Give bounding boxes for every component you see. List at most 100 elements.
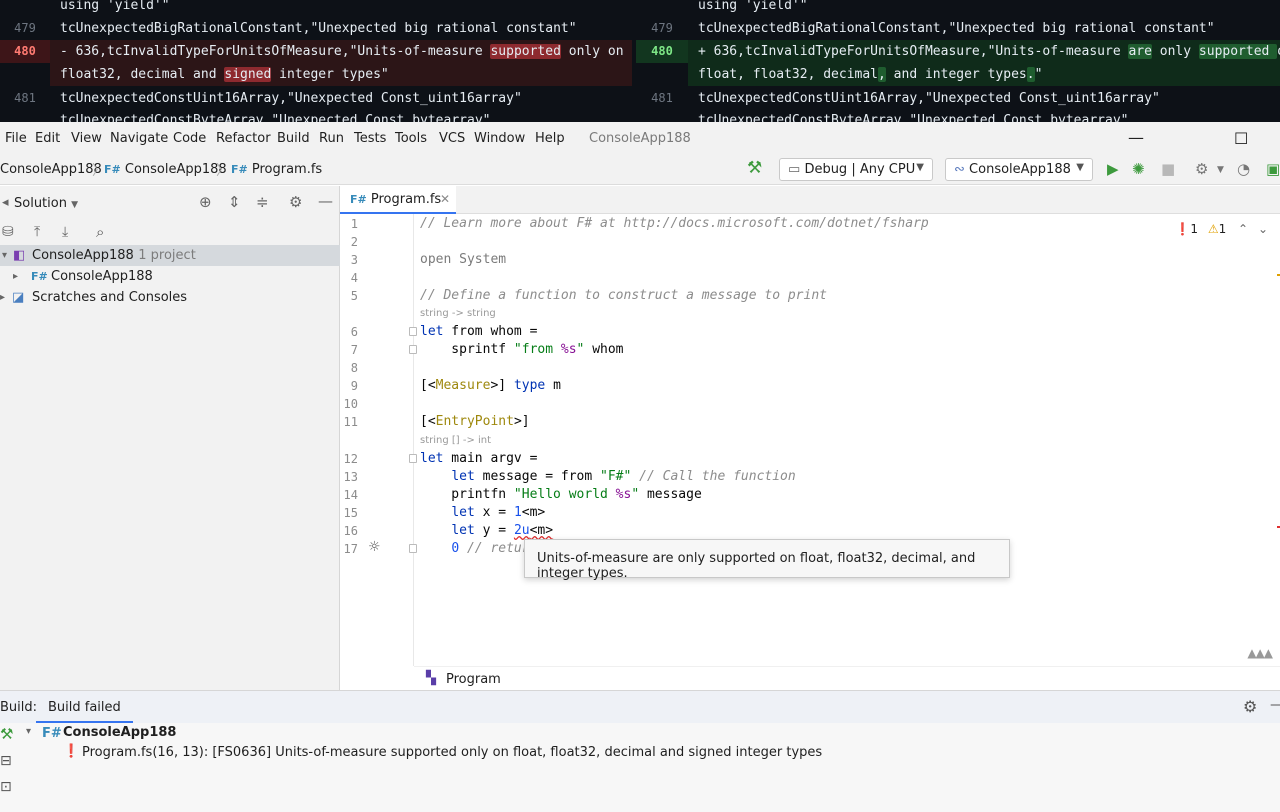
diff-text: tcUnexpectedConstUint16Array,"Unexpected… <box>698 91 1160 106</box>
reader-mode-icon[interactable]: ▲▲▲ <box>1247 646 1273 660</box>
menu-file[interactable]: File <box>5 131 27 146</box>
breadcrumb-solution[interactable]: ConsoleApp188 <box>0 162 102 177</box>
build-error-message[interactable]: Program.fs(16, 13): [FS0636] Units-of-me… <box>82 745 822 760</box>
diff-text: - 636,tcInvalidTypeForUnitsOfMeasure,"Un… <box>50 40 632 63</box>
line-number: 2 <box>350 235 358 249</box>
code-line: let message = from "F#" // Call the func… <box>451 469 796 484</box>
menu-bar: File Edit View Navigate Code Refactor Bu… <box>0 122 1280 155</box>
run-icon[interactable]: ▶ <box>1107 160 1119 178</box>
diff-text: tcUnexpectedConstByteArray,"Unexpected C… <box>60 113 491 122</box>
scratches-icon: ◪ <box>12 290 25 305</box>
minimize-icon[interactable]: — <box>1128 128 1144 147</box>
build-hammer-icon[interactable]: ⚒ <box>747 158 762 178</box>
run-configuration-select[interactable]: ∾ ConsoleApp188 ▼ <box>945 158 1093 181</box>
tree-item-solution[interactable]: ▾ ◧ ConsoleApp188 · 1 project <box>0 245 340 266</box>
configuration-select[interactable]: ▭ Debug | Any CPU ▼ <box>779 158 933 181</box>
tree-item-scratches[interactable]: ▸ ◪ Scratches and Consoles <box>0 287 340 308</box>
solution-title[interactable]: Solution ▼ <box>14 196 78 211</box>
build-hammer-icon[interactable]: ⚒ <box>0 725 13 743</box>
tree-item-project[interactable]: ▸ F# ConsoleApp188 <box>0 266 340 287</box>
fold-marker-icon[interactable] <box>409 327 417 336</box>
stop-icon[interactable]: ■ <box>1161 160 1175 178</box>
previous-highlight-icon[interactable]: ⌃ <box>1238 222 1248 236</box>
chevron-down-icon[interactable]: ▾ <box>26 726 31 737</box>
menu-refactor[interactable]: Refactor <box>216 131 271 146</box>
scroll-from-source-icon[interactable]: ⤒ <box>34 224 40 240</box>
chevron-right-icon[interactable]: ▸ <box>13 271 18 282</box>
coverage-icon[interactable]: ◔ <box>1237 160 1250 178</box>
code-breadcrumb[interactable]: Program <box>446 672 501 687</box>
fsharp-file-icon: F# <box>231 163 248 176</box>
line-number: 6 <box>350 325 358 339</box>
line-number: 14 <box>343 488 358 502</box>
fsharp-file-icon: F# <box>350 193 367 206</box>
line-number: 13 <box>343 470 358 484</box>
hide-icon[interactable]: — <box>318 192 333 210</box>
line-number: 9 <box>350 379 358 393</box>
menu-window[interactable]: Window <box>474 131 525 146</box>
tab-build-failed[interactable]: Build failed <box>36 691 133 723</box>
profile-icon[interactable]: ⚙ <box>1195 160 1208 178</box>
code-line: // Define a function to construct a mess… <box>420 288 827 303</box>
tab-program-fs[interactable]: F# Program.fs ✕ <box>340 186 456 214</box>
chevron-right-icon[interactable]: ▸ <box>0 292 5 303</box>
fold-marker-icon[interactable] <box>409 544 417 553</box>
menu-tests[interactable]: Tests <box>354 131 386 146</box>
gutter-divider <box>413 214 414 666</box>
chevron-down-icon[interactable]: ▾ <box>2 250 7 261</box>
line-number: 3 <box>350 253 358 267</box>
git-icon[interactable]: ⛁ <box>2 224 14 240</box>
hide-icon[interactable]: — <box>1270 697 1280 713</box>
breadcrumb-project[interactable]: F# ConsoleApp188 <box>104 162 227 177</box>
breadcrumb-file[interactable]: F# Program.fs <box>231 162 322 177</box>
line-number: 12 <box>343 452 358 466</box>
expand-all-icon[interactable]: ⇕ <box>228 193 241 211</box>
terminal-icon[interactable]: ▣ <box>1266 160 1280 178</box>
menu-code[interactable]: Code <box>173 131 206 146</box>
tab-label: Program.fs <box>370 192 442 207</box>
type-hint: string -> string <box>420 308 496 319</box>
build-header: Build: Build failed ⚙ — <box>0 691 1280 723</box>
fold-marker-icon[interactable] <box>409 345 417 354</box>
scroll-to-source-icon[interactable]: ⤓ <box>62 224 68 240</box>
configuration-value: Debug | Any CPU <box>804 162 916 177</box>
navigation-bar: ConsoleApp188 〉 F# ConsoleApp188 〉 F# Pr… <box>0 155 1280 185</box>
module-icon: ▚ <box>426 671 436 686</box>
build-project[interactable]: ConsoleApp188 <box>63 725 176 740</box>
line-number: 15 <box>343 506 358 520</box>
menu-help[interactable]: Help <box>535 131 565 146</box>
debug-bug-icon[interactable]: ✺ <box>1132 160 1145 178</box>
inspection-widget[interactable]: ❗1 ⚠1 ⌃ ⌄ <box>1175 222 1268 236</box>
menu-view[interactable]: View <box>71 131 102 146</box>
menu-navigate[interactable]: Navigate <box>110 131 168 146</box>
code-line-error: let y = 2u<m> <box>451 523 554 538</box>
tree-view-icon[interactable]: ⊟ <box>0 753 12 769</box>
line-number: 11 <box>343 415 358 429</box>
menu-run[interactable]: Run <box>319 131 344 146</box>
menu-vcs[interactable]: VCS <box>439 131 465 146</box>
export-icon[interactable]: ⊡ <box>0 779 12 795</box>
collapse-all-icon[interactable]: ≑ <box>256 193 269 211</box>
chevron-left-icon[interactable]: ◂ <box>2 195 9 210</box>
lightbulb-icon[interactable]: ☼ <box>368 539 381 555</box>
settings-gear-icon[interactable]: ⚙ <box>289 193 302 211</box>
code-line: open System <box>420 252 507 267</box>
diff-text: tcUnexpectedBigRationalConstant,"Unexpec… <box>60 21 577 36</box>
maximize-icon[interactable]: ☐ <box>1234 129 1248 148</box>
code-editor[interactable]: 1 2 3 4 5 6 7 8 9 10 11 12 13 14 15 16 1… <box>340 214 1280 690</box>
diff-text: tcUnexpectedConstByteArray,"Unexpected C… <box>698 113 1129 122</box>
next-highlight-icon[interactable]: ⌄ <box>1258 222 1268 236</box>
warning-icon: ⚠ <box>1207 222 1219 236</box>
close-icon[interactable]: ✕ <box>440 192 450 206</box>
locate-icon[interactable]: ⊕ <box>199 193 212 211</box>
line-number: 480 <box>636 40 688 63</box>
window-title: ConsoleApp188 <box>589 131 691 146</box>
chevron-down-icon[interactable]: ▼ <box>1217 165 1224 175</box>
search-icon[interactable]: ⌕ <box>96 223 104 241</box>
menu-build[interactable]: Build <box>277 131 310 146</box>
settings-gear-icon[interactable]: ⚙ <box>1243 697 1257 716</box>
menu-edit[interactable]: Edit <box>35 131 60 146</box>
fold-marker-icon[interactable] <box>409 454 417 463</box>
code-line: [<EntryPoint>] <box>420 414 530 429</box>
menu-tools[interactable]: Tools <box>395 131 427 146</box>
